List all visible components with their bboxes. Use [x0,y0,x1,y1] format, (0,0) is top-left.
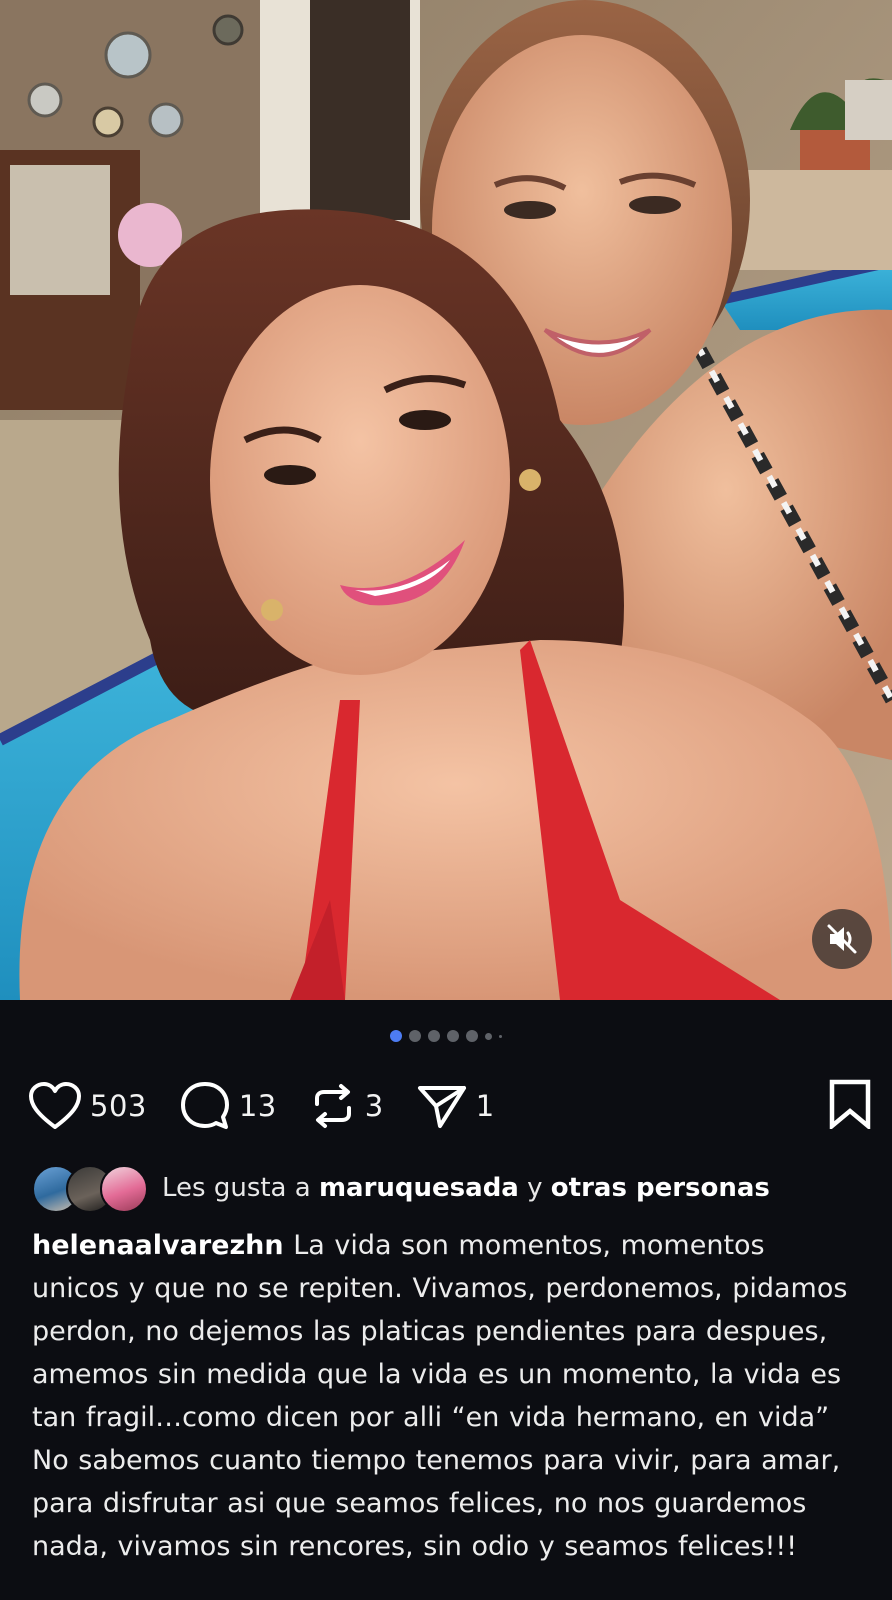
photo-illustration [0,0,892,1000]
liked-by-text: Les gusta a maruquesada y otras personas [162,1173,770,1203]
comment-bubble-icon [180,1082,229,1129]
mute-button[interactable] [812,909,872,969]
comment-button[interactable]: 13 [179,1080,277,1132]
carousel-dot-active [390,1030,402,1042]
repost-icon [314,1084,351,1128]
caption-text: La vida son momentos, momentos unicos y … [32,1230,848,1562]
action-bar: 503 13 3 1 [28,1078,872,1134]
speaker-muted-icon [827,924,857,954]
liked-by-connector: y [527,1173,543,1203]
comment-count: 13 [238,1089,277,1123]
repost-count: 3 [364,1089,384,1123]
send-icon [417,1086,466,1128]
like-count: 503 [90,1089,147,1123]
carousel-indicator [0,1030,892,1042]
save-button[interactable] [828,1079,872,1133]
bookmark-icon [829,1079,871,1131]
liker-avatars [32,1165,148,1213]
liked-by-others-link[interactable]: otras personas [551,1173,770,1203]
carousel-dot [447,1030,459,1042]
avatar [100,1165,148,1213]
post-caption: helenaalvarezhn La vida son momentos, mo… [32,1224,860,1568]
heart-icon [29,1082,81,1129]
like-button[interactable]: 503 [28,1081,147,1131]
repost-button[interactable]: 3 [309,1082,384,1130]
carousel-dot [499,1034,502,1038]
liked-by-prefix: Les gusta a [162,1173,311,1203]
caption-username[interactable]: helenaalvarezhn [32,1230,284,1261]
carousel-dot [409,1030,421,1042]
post-page: 503 13 3 1 Les gusta a maruquesada y otr… [0,0,892,1600]
carousel-dot [428,1030,440,1042]
liked-by-row[interactable]: Les gusta a maruquesada y otras personas [32,1164,872,1213]
post-photo[interactable] [0,0,892,1000]
share-button[interactable]: 1 [416,1082,495,1130]
liked-by-user-link[interactable]: maruquesada [319,1173,519,1203]
carousel-dot [485,1032,492,1040]
share-count: 1 [475,1089,495,1123]
carousel-dot [466,1030,478,1042]
